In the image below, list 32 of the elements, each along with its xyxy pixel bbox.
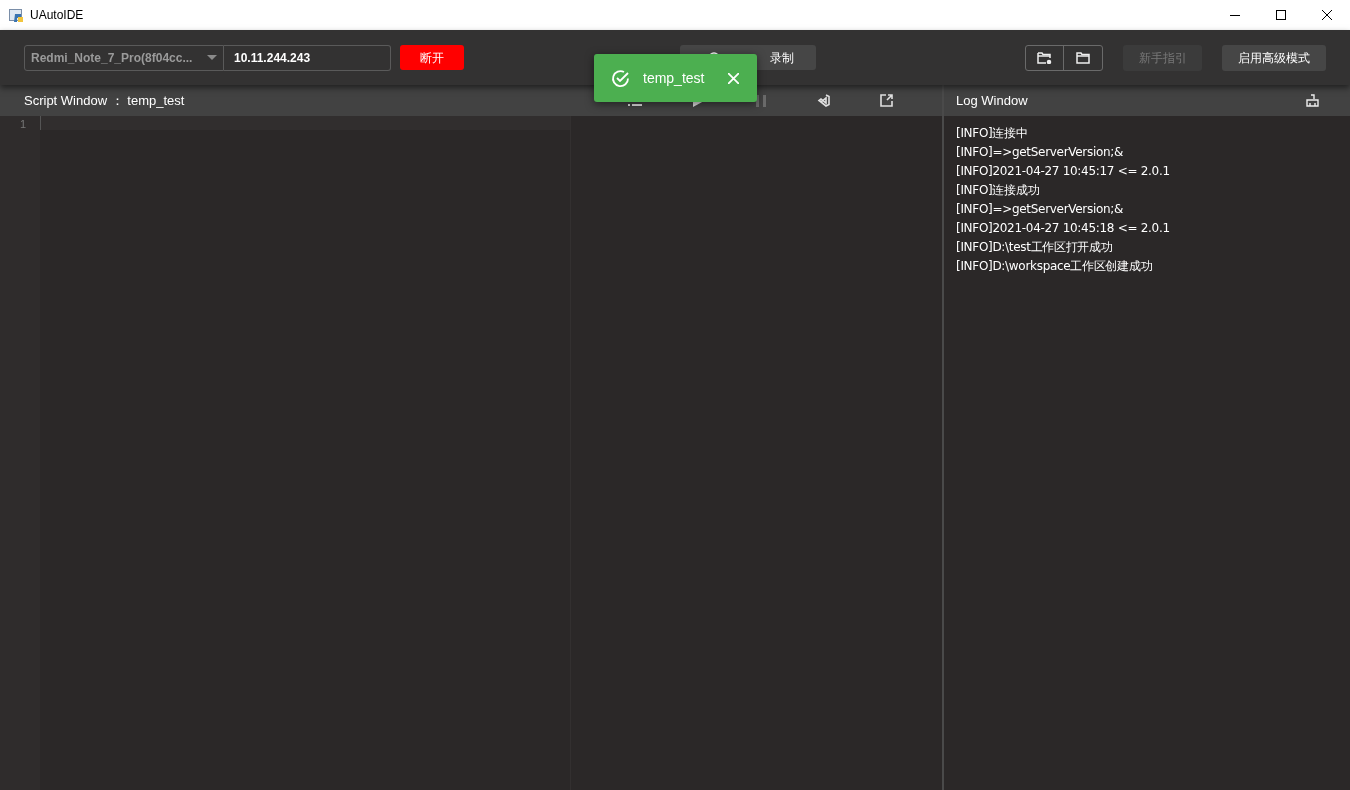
ip-field[interactable]: 10.11.244.243 [224,44,391,71]
log-line: [INFO]D:\workspace工作区创建成功 [956,258,1154,275]
app-icon [9,7,24,23]
code-editor-icon [817,94,831,107]
log-line: [INFO]连接中 [956,125,1029,142]
log-line: [INFO]=>getServerVersion;& [956,144,1125,161]
minimize-icon [1230,14,1240,16]
clear-log-button[interactable] [1304,92,1320,109]
dropdown-caret-icon [207,55,217,60]
toast-message: temp_test [643,68,705,88]
close-icon [1322,10,1332,20]
log-line: [INFO]2021-04-27 10:45:18 <= 2.0.1 [956,220,1171,237]
folder-plus-icon [1037,51,1052,64]
external-link-icon [880,94,894,107]
log-line: [INFO]D:\test工作区打开成功 [956,239,1114,256]
close-icon [727,72,739,84]
pause-icon [755,94,766,107]
disconnect-button[interactable]: 断开 [400,45,464,70]
device-select[interactable]: Redmi_Note_7_Pro(8f04cc... [24,44,224,71]
line-number: 1 [19,117,26,131]
window-title: UAutoIDE [30,7,84,24]
folder-icon [1076,51,1090,64]
log-line: [INFO]连接成功 [956,182,1041,199]
log-line: [INFO]2021-04-27 10:45:17 <= 2.0.1 [956,163,1171,180]
close-button[interactable] [726,71,740,85]
maximize-icon [1276,10,1286,20]
log-window-title: Log Window [956,91,1028,110]
log-line: [INFO]=>getServerVersion;& [956,201,1125,218]
advanced-mode-button[interactable]: 启用高级模式 [1222,44,1326,71]
broom-icon [1305,94,1319,107]
check-circle-icon [611,68,630,88]
script-window-title: Script Window ： temp_test [24,91,185,110]
